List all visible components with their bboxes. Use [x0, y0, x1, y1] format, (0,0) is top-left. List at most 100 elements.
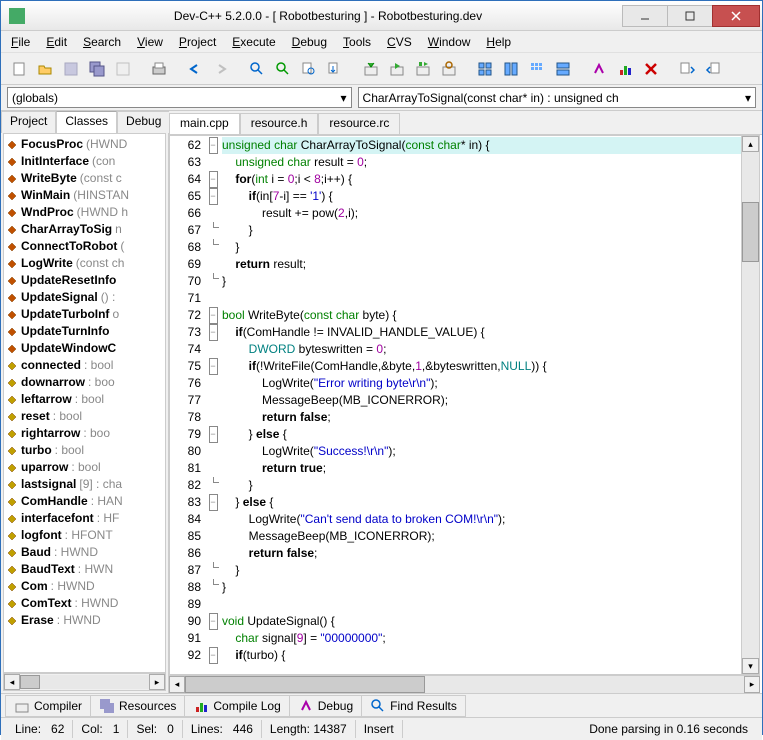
redo-button[interactable] [209, 57, 233, 81]
class-item[interactable]: WriteByte (const c [6, 170, 163, 187]
menu-window[interactable]: Window [422, 33, 477, 51]
maximize-button[interactable] [667, 5, 713, 27]
undo-button[interactable] [183, 57, 207, 81]
scroll-right-button[interactable]: ▸ [149, 674, 165, 690]
fold-column[interactable]: −−−−−−−−−− [206, 136, 220, 674]
menu-view[interactable]: View [131, 33, 169, 51]
save-button[interactable] [59, 57, 83, 81]
toolbar-btn-4[interactable] [551, 57, 575, 81]
class-item[interactable]: UpdateSignal () : [6, 289, 163, 306]
class-item[interactable]: WinMain (HINSTAN [6, 187, 163, 204]
bottom-tab-compiler[interactable]: Compiler [5, 695, 91, 717]
scroll-thumb[interactable] [742, 202, 759, 262]
scroll-up-button[interactable]: ▴ [742, 136, 759, 152]
function-dropdown[interactable]: CharArrayToSignal(const char* in) : unsi… [358, 87, 756, 108]
goto-fn-button[interactable] [675, 57, 699, 81]
bottom-tab-compile-log[interactable]: Compile Log [184, 695, 289, 717]
replace-button[interactable] [271, 57, 295, 81]
class-item[interactable]: interfacefont : HF [6, 510, 163, 527]
class-item[interactable]: lastsignal [9] : cha [6, 476, 163, 493]
compile-run-button[interactable] [411, 57, 435, 81]
toolbar-btn-3[interactable] [525, 57, 549, 81]
editor-tab-resource-h[interactable]: resource.h [240, 113, 319, 134]
left-tab-project[interactable]: Project [1, 111, 56, 133]
class-item[interactable]: LogWrite (const ch [6, 255, 163, 272]
class-item[interactable]: ComHandle : HAN [6, 493, 163, 510]
class-item[interactable]: UpdateTurnInfo [6, 323, 163, 340]
class-item[interactable]: connected : bool [6, 357, 163, 374]
code-editor[interactable]: 6263646566676869707172737475767778798081… [169, 135, 760, 675]
left-hscrollbar[interactable]: ◂ ▸ [3, 673, 166, 691]
class-item[interactable]: reset : bool [6, 408, 163, 425]
class-item[interactable]: turbo : bool [6, 442, 163, 459]
left-tab-debug[interactable]: Debug [117, 111, 170, 133]
menu-help[interactable]: Help [480, 33, 517, 51]
menu-debug[interactable]: Debug [286, 33, 333, 51]
menu-tools[interactable]: Tools [337, 33, 377, 51]
class-item[interactable]: Baud : HWND [6, 544, 163, 561]
menu-project[interactable]: Project [173, 33, 222, 51]
close-button[interactable] [712, 5, 760, 27]
print-button[interactable] [147, 57, 171, 81]
open-button[interactable] [33, 57, 57, 81]
class-item[interactable]: logfont : HFONT [6, 527, 163, 544]
menu-edit[interactable]: Edit [40, 33, 73, 51]
class-item[interactable]: ConnectToRobot ( [6, 238, 163, 255]
run-button[interactable] [385, 57, 409, 81]
minimize-button[interactable] [622, 5, 668, 27]
class-item[interactable]: UpdateResetInfo [6, 272, 163, 289]
class-item[interactable]: CharArrayToSig n [6, 221, 163, 238]
rebuild-button[interactable] [437, 57, 461, 81]
back-button[interactable] [701, 57, 725, 81]
compile-button[interactable] [359, 57, 383, 81]
save-all-button[interactable] [85, 57, 109, 81]
editor-hscrollbar[interactable]: ◂ ▸ [169, 675, 760, 693]
class-item[interactable]: InitInterface (con [6, 153, 163, 170]
scroll-thumb[interactable] [20, 675, 40, 689]
new-file-button[interactable] [7, 57, 31, 81]
toolbar-btn-2[interactable] [499, 57, 523, 81]
scroll-down-button[interactable]: ▾ [742, 658, 759, 674]
bottom-tab-resources[interactable]: Resources [90, 695, 185, 717]
code-content[interactable]: unsigned char CharArrayToSignal(const ch… [220, 136, 741, 674]
class-item[interactable]: Com : HWND [6, 578, 163, 595]
class-item[interactable]: uparrow : bool [6, 459, 163, 476]
menu-file[interactable]: File [5, 33, 36, 51]
goto-button[interactable] [323, 57, 347, 81]
debug-button[interactable] [587, 57, 611, 81]
class-browser[interactable]: FocusProc (HWNDInitInterface (conWriteBy… [3, 133, 166, 673]
editor-tab-main-cpp[interactable]: main.cpp [169, 113, 240, 134]
profile-button[interactable] [613, 57, 637, 81]
close-file-button[interactable] [111, 57, 135, 81]
scroll-left-button[interactable]: ◂ [4, 674, 20, 690]
class-item[interactable]: UpdateWindowC [6, 340, 163, 357]
delete-button[interactable] [639, 57, 663, 81]
bottom-tab-find-results[interactable]: Find Results [361, 695, 466, 717]
find-in-files-button[interactable] [297, 57, 321, 81]
scroll-thumb[interactable] [185, 676, 425, 693]
class-item[interactable]: leftarrow : bool [6, 391, 163, 408]
class-item[interactable]: rightarrow : boo [6, 425, 163, 442]
scroll-right-button[interactable]: ▸ [744, 676, 760, 693]
class-item[interactable]: ComText : HWND [6, 595, 163, 612]
window-title: Dev-C++ 5.2.0.0 - [ Robotbesturing ] - R… [33, 9, 623, 23]
editor-vscrollbar[interactable]: ▴ ▾ [741, 136, 759, 674]
class-item[interactable]: BaudText : HWN [6, 561, 163, 578]
find-button[interactable] [245, 57, 269, 81]
scroll-left-button[interactable]: ◂ [169, 676, 185, 693]
class-item[interactable]: FocusProc (HWND [6, 136, 163, 153]
menu-search[interactable]: Search [77, 33, 127, 51]
menu-execute[interactable]: Execute [226, 33, 281, 51]
editor-tab-resource-rc[interactable]: resource.rc [318, 113, 400, 134]
dropdown-arrow-icon: ▾ [741, 91, 751, 105]
dropdown-arrow-icon: ▾ [337, 91, 347, 105]
class-item[interactable]: downarrow : boo [6, 374, 163, 391]
toolbar-btn-1[interactable] [473, 57, 497, 81]
bottom-tab-debug[interactable]: Debug [289, 695, 362, 717]
class-item[interactable]: UpdateTurboInf o [6, 306, 163, 323]
left-tab-classes[interactable]: Classes [56, 111, 117, 133]
scope-dropdown[interactable]: (globals)▾ [7, 87, 352, 108]
class-item[interactable]: WndProc (HWND h [6, 204, 163, 221]
class-item[interactable]: Erase : HWND [6, 612, 163, 629]
menu-cvs[interactable]: CVS [381, 33, 418, 51]
